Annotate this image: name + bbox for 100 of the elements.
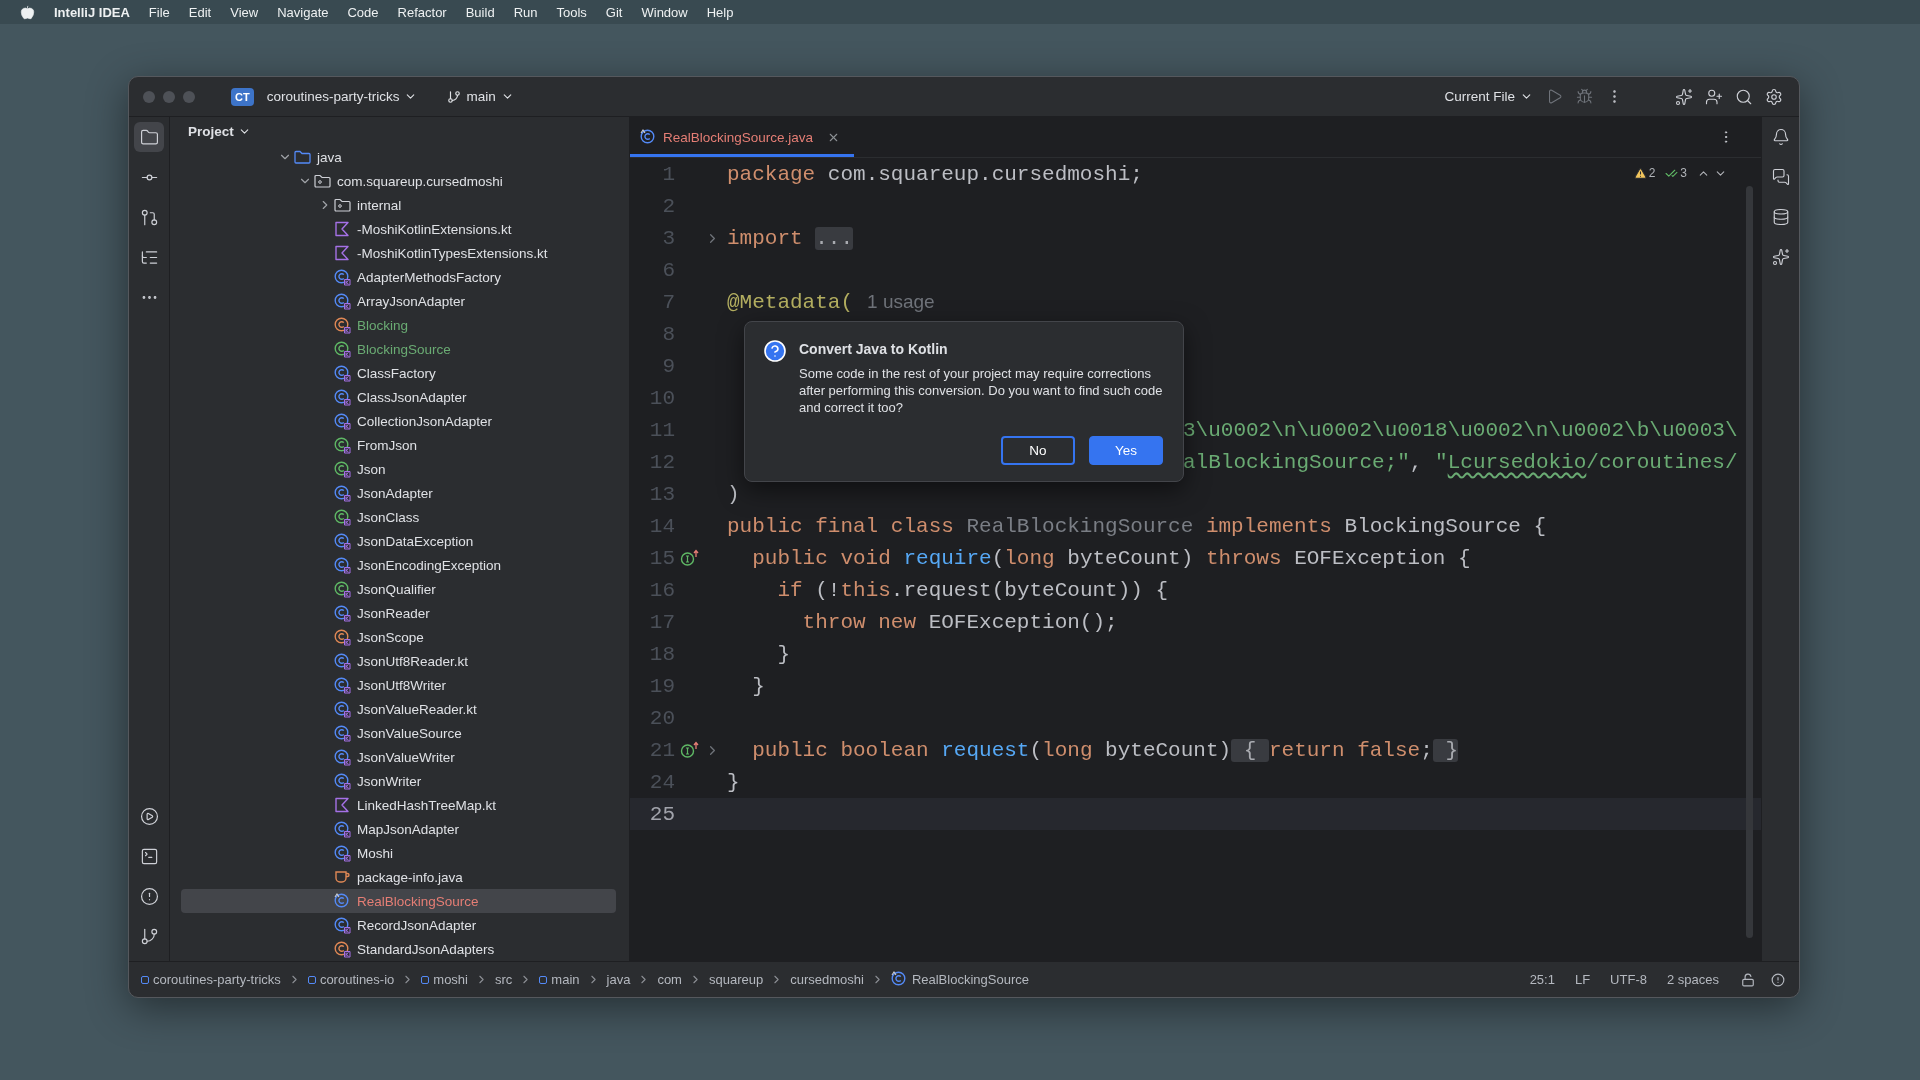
tree-item[interactable]: JsonValueSource: [181, 721, 616, 745]
panel-title-dropdown[interactable]: Project: [188, 123, 251, 139]
tree-item[interactable]: JsonClass: [181, 505, 616, 529]
bug-icon[interactable]: [1575, 88, 1593, 105]
tree-item[interactable]: BlockingSource: [181, 337, 616, 361]
menu-item[interactable]: Tools: [556, 4, 587, 20]
database-icon[interactable]: [1771, 208, 1790, 226]
class-icon: [334, 508, 351, 526]
menu-item[interactable]: IntelliJ IDEA: [54, 4, 130, 20]
tree-item[interactable]: FromJson: [181, 433, 616, 457]
status-item[interactable]: UTF-8: [1610, 972, 1647, 987]
menu-item[interactable]: Build: [465, 4, 495, 20]
sparkle-icon[interactable]: [1675, 87, 1693, 106]
tree-item[interactable]: JsonUtf8Writer: [181, 673, 616, 697]
branch-icon[interactable]: [447, 89, 462, 104]
menu-item[interactable]: Edit: [188, 4, 212, 20]
tree-item[interactable]: com.squareup.cursedmoshi: [181, 169, 616, 193]
warning-icon[interactable]: [1633, 166, 1647, 180]
menu-item[interactable]: Window: [641, 4, 688, 20]
menu-item[interactable]: Help: [706, 4, 734, 20]
lock-icon[interactable]: [1741, 972, 1755, 987]
tree-item[interactable]: JsonReader: [181, 601, 616, 625]
status-item[interactable]: 25:1: [1529, 972, 1555, 987]
dialog-button[interactable]: Yes: [1089, 436, 1163, 465]
menu-item[interactable]: File: [148, 4, 170, 20]
project-switcher[interactable]: coroutines-party-tricks: [260, 85, 424, 108]
alert-icon[interactable]: [1771, 972, 1785, 987]
menu-item[interactable]: Git: [605, 4, 623, 20]
tree-item[interactable]: ClassFactory: [181, 361, 616, 385]
tree-item[interactable]: internal: [181, 193, 616, 217]
tree-item[interactable]: java: [181, 145, 616, 169]
menu-item[interactable]: Refactor: [397, 4, 447, 20]
tree-item[interactable]: ArrayJsonAdapter: [181, 289, 616, 313]
tree-item[interactable]: RecordJsonAdapter: [181, 913, 616, 937]
tree-item[interactable]: JsonAdapter: [181, 481, 616, 505]
tree-item[interactable]: CollectionJsonAdapter: [181, 409, 616, 433]
class-icon: [334, 364, 351, 382]
run-config-selector[interactable]: Current File: [1438, 85, 1539, 108]
class-icon: [334, 580, 351, 598]
status-item[interactable]: LF: [1574, 972, 1591, 987]
tree-item[interactable]: JsonWriter: [181, 769, 616, 793]
apple-icon[interactable]: [20, 4, 35, 20]
class-icon: [334, 484, 351, 502]
tree-item[interactable]: LinkedHashTreeMap.kt: [181, 793, 616, 817]
tree-item[interactable]: Moshi: [181, 841, 616, 865]
menu-item[interactable]: View: [230, 4, 259, 20]
tree-item[interactable]: JsonDataException: [181, 529, 616, 553]
class-icon: [334, 772, 351, 790]
package-folder-icon: [334, 198, 351, 212]
tree-item[interactable]: Json: [181, 457, 616, 481]
menu-item[interactable]: Run: [513, 4, 538, 20]
tree-item[interactable]: JsonScope: [181, 625, 616, 649]
status-item[interactable]: 2 spaces: [1666, 972, 1719, 987]
class-icon: [334, 652, 351, 670]
implementation-marker-icon[interactable]: [680, 741, 700, 759]
breadcrumb[interactable]: cursedmoshi: [790, 972, 864, 987]
breadcrumb[interactable]: squareup: [708, 972, 764, 987]
tree-item[interactable]: -MoshiKotlinExtensions.kt: [181, 217, 616, 241]
help-icon: [763, 339, 787, 363]
project-badge: CT: [231, 87, 254, 106]
menu-item[interactable]: Navigate: [277, 4, 329, 20]
breadcrumb[interactable]: com: [657, 972, 682, 987]
chat-icon[interactable]: [1771, 168, 1790, 186]
class-icon: [334, 916, 351, 934]
scrollbar[interactable]: [1746, 186, 1753, 938]
tree-item[interactable]: JsonQualifier: [181, 577, 616, 601]
tree-item[interactable]: StandardJsonAdapters: [181, 937, 616, 961]
dialog-button[interactable]: No: [1001, 436, 1075, 465]
warning-count[interactable]: 2: [1633, 166, 1656, 180]
menu-item[interactable]: Code: [347, 4, 379, 20]
breadcrumb[interactable]: main: [539, 972, 580, 987]
tree-item[interactable]: JsonUtf8Reader.kt: [181, 649, 616, 673]
breadcrumb[interactable]: moshi: [421, 972, 468, 987]
tree-item[interactable]: -MoshiKotlinTypesExtensions.kt: [181, 241, 616, 265]
breadcrumb[interactable]: src: [495, 972, 513, 987]
tree-item[interactable]: MapJsonAdapter: [181, 817, 616, 841]
bell-icon[interactable]: [1771, 128, 1790, 146]
branch-selector[interactable]: main: [441, 85, 520, 108]
tree-item[interactable]: ClassJsonAdapter: [181, 385, 616, 409]
settings-icon[interactable]: [1765, 87, 1783, 106]
search-icon[interactable]: [1735, 87, 1753, 106]
tree-item[interactable]: JsonEncodingException: [181, 553, 616, 577]
passed-count[interactable]: 3: [1665, 166, 1687, 180]
breadcrumb[interactable]: RealBlockingSource: [890, 971, 1029, 988]
tree-item[interactable]: package-info.java: [181, 865, 616, 889]
breadcrumb[interactable]: coroutines-io: [307, 972, 395, 987]
class-icon: [334, 700, 351, 718]
tree-item[interactable]: JsonValueWriter: [181, 745, 616, 769]
tree-item[interactable]: JsonValueReader.kt: [181, 697, 616, 721]
implementation-marker-icon[interactable]: [680, 549, 700, 567]
editor-tab[interactable]: RealBlockingSource.java: [630, 117, 855, 157]
breadcrumb[interactable]: coroutines-party-tricks: [141, 972, 281, 987]
tree-item[interactable]: AdapterMethodsFactory: [181, 265, 616, 289]
sparkle-icon[interactable]: [1771, 248, 1790, 266]
class-icon: [334, 412, 351, 430]
tree-item[interactable]: Blocking: [181, 313, 616, 337]
tree-item[interactable]: RealBlockingSource: [181, 889, 616, 913]
code-text: public void require(long byteCount) throws EOFException {: [751, 546, 1471, 570]
add-user-icon[interactable]: [1705, 87, 1723, 106]
breadcrumb[interactable]: java: [606, 972, 631, 987]
